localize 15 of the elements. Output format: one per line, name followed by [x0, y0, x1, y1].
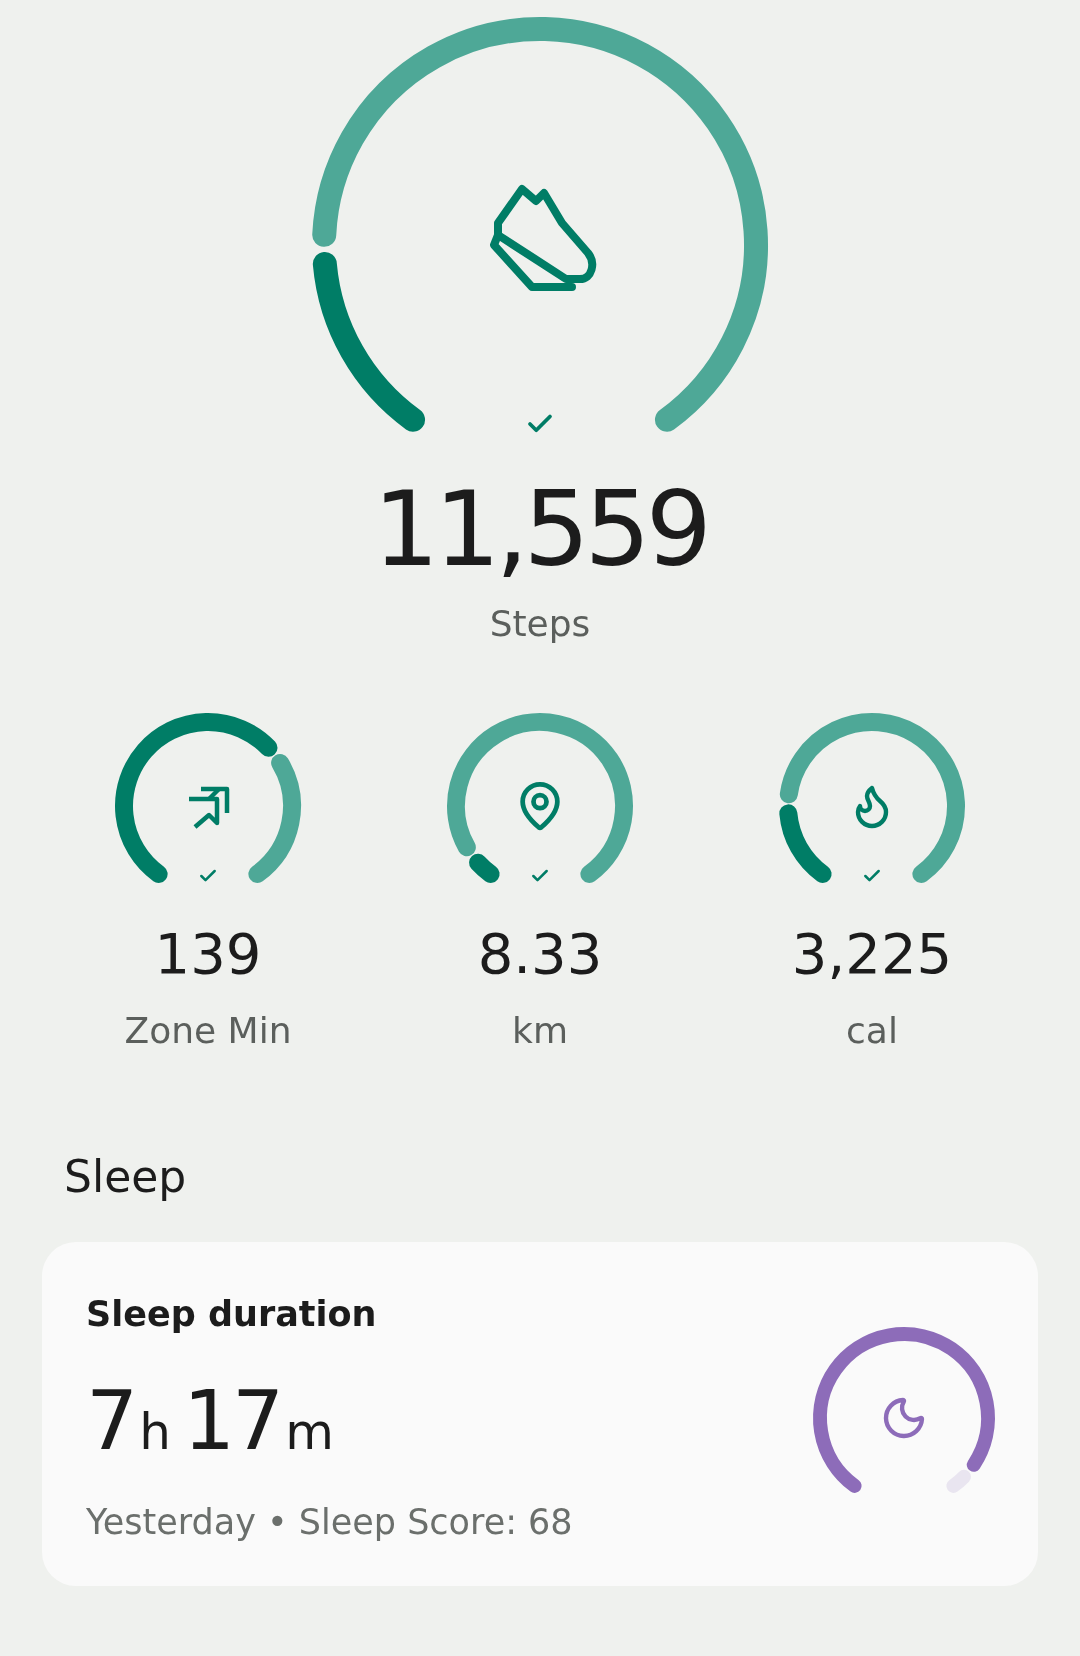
duration-value: 7 — [86, 1373, 136, 1468]
metric-label: Zone Min — [124, 1010, 292, 1051]
duration-unit: h — [139, 1403, 171, 1461]
sleep-summary: Yesterday • Sleep Score: 68 — [86, 1502, 573, 1542]
steps-label: Steps — [489, 603, 591, 644]
metric-value: 3,225 — [791, 926, 953, 982]
duration-unit: m — [285, 1403, 334, 1461]
card-title: Sleep duration — [86, 1294, 378, 1334]
steps-value: 11,559 — [373, 477, 707, 581]
section-heading: Sleep — [64, 1151, 187, 1202]
metric-value: 139 — [154, 926, 262, 982]
metric-label: km — [512, 1010, 568, 1051]
metric-label: cal — [846, 1010, 898, 1051]
metric-value: 8.33 — [477, 926, 603, 982]
duration-value: 17 — [182, 1373, 282, 1468]
